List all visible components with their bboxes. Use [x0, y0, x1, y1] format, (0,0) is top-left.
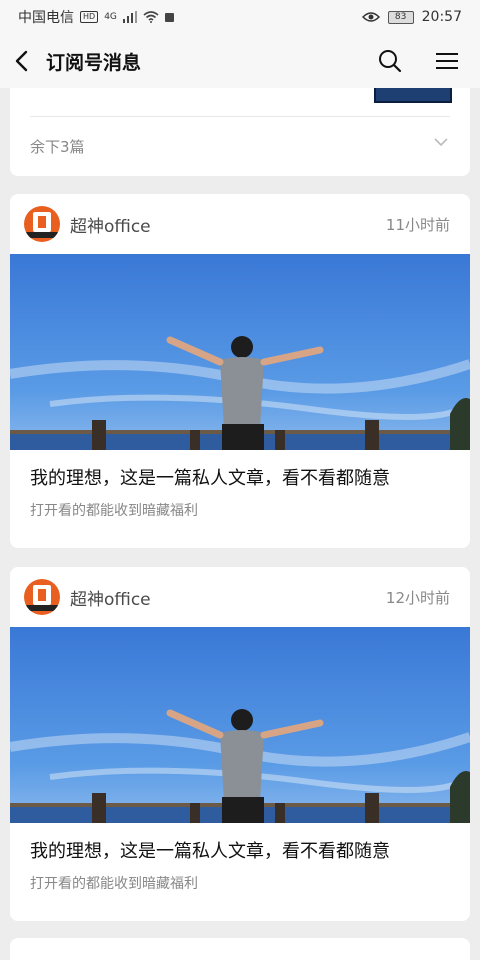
account-avatar[interactable] [24, 206, 60, 242]
cover-image[interactable] [10, 627, 470, 823]
article-title[interactable]: 我的理想，这是一篇私人文章，看不看都随意 [10, 823, 470, 863]
article-title[interactable]: 我的理想，这是一篇私人文章，看不看都随意 [10, 450, 470, 490]
nav-bar: 订阅号消息 [0, 34, 480, 88]
cover-image[interactable] [10, 254, 470, 450]
search-icon[interactable] [378, 49, 402, 73]
signal-icon [122, 11, 137, 23]
battery-level: 83 [394, 12, 407, 22]
account-name[interactable]: 超神office [70, 212, 151, 237]
article-thumbnail[interactable] [374, 88, 452, 103]
next-message-card[interactable] [10, 938, 470, 960]
article-card[interactable]: 超神office 11小时前 我的理想，这是一篇私人文章，看不看都随意 打开看的… [10, 194, 470, 548]
page-title: 订阅号消息 [46, 51, 142, 74]
wifi-icon [143, 11, 159, 23]
notification-icon [164, 12, 174, 22]
previous-message-card: 余下3篇 [10, 88, 470, 176]
eye-icon [361, 12, 380, 22]
chevron-down-icon[interactable] [434, 138, 448, 147]
hd-icon: HD [80, 11, 99, 23]
remaining-articles-label[interactable]: 余下3篇 [30, 136, 85, 157]
post-time: 12小时前 [385, 588, 450, 607]
menu-icon[interactable] [436, 51, 458, 71]
status-bar: 中国电信 HD 4G 83 20:57 [0, 0, 480, 34]
card-header: 超神office 11小时前 [10, 194, 470, 254]
divider [30, 116, 450, 117]
article-card[interactable]: 超神office 12小时前 我的理想，这是一篇私人文章，看不看都随意 打开看的… [10, 567, 470, 921]
post-time: 11小时前 [385, 215, 450, 234]
account-name[interactable]: 超神office [70, 585, 151, 610]
article-digest: 打开看的都能收到暗藏福利 [30, 876, 198, 892]
card-header: 超神office 12小时前 [10, 567, 470, 627]
back-arrow-icon[interactable] [14, 50, 30, 72]
account-avatar[interactable] [24, 579, 60, 615]
clock: 20:57 [421, 9, 462, 25]
article-digest: 打开看的都能收到暗藏福利 [30, 503, 198, 519]
carrier-label: 中国电信 [18, 10, 74, 26]
battery-icon: 83 [387, 10, 414, 24]
network-type-label: 4G [104, 12, 117, 22]
